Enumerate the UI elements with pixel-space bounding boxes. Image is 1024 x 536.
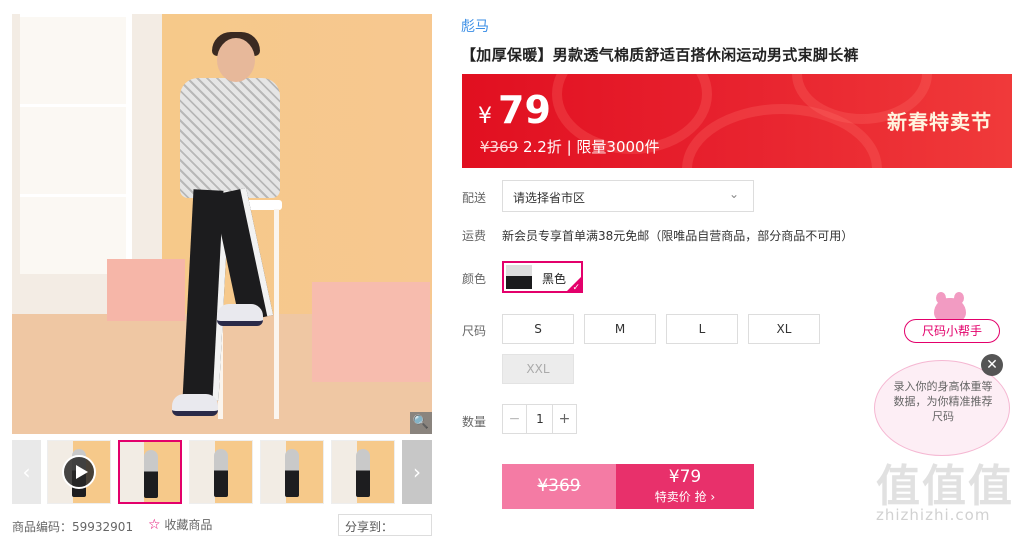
size-option-s[interactable]: S xyxy=(502,314,574,344)
photo-stool-leg xyxy=(274,209,279,419)
shipping-info: 新会员专享首单满38元免邮（限唯品自营商品，部分商品不可用） xyxy=(502,229,854,243)
photo-pink-box xyxy=(312,282,430,382)
color-swatch xyxy=(506,265,532,289)
thumbnail-item[interactable] xyxy=(189,440,253,504)
size-option-l[interactable]: L xyxy=(666,314,738,344)
quantity-label: 数量 xyxy=(462,415,487,429)
color-label: 颜色 xyxy=(462,272,487,286)
thumbnail-figure xyxy=(144,450,158,498)
size-option-xl[interactable]: XL xyxy=(748,314,820,344)
original-price-button[interactable]: ¥369 xyxy=(502,464,616,509)
delivery-label: 配送 xyxy=(462,191,487,205)
chevron-down-icon: ⌄ xyxy=(728,187,739,201)
buy-label: 特卖价 抢 › xyxy=(654,490,716,504)
thumbnail-figure xyxy=(214,449,228,497)
promo-festival-label: 新春特卖节 xyxy=(887,110,992,134)
photo-pink-box xyxy=(107,259,185,321)
thumbnail-strip: ‹ › xyxy=(12,440,432,504)
size-option-m[interactable]: M xyxy=(584,314,656,344)
size-helper-button[interactable]: 尺码小帮手 xyxy=(904,319,1000,343)
sale-price: 79 xyxy=(498,88,551,132)
check-icon: ✓ xyxy=(572,283,580,293)
photo-model-shoe xyxy=(172,394,218,416)
size-helper-text: 录入你的身高体重等数据，为你精准推荐尺码 xyxy=(893,380,993,423)
zoom-icon[interactable]: 🔍 xyxy=(410,412,432,434)
buy-now-button[interactable]: ¥79 特卖价 抢 › xyxy=(616,464,754,509)
quantity-decrease-button[interactable]: − xyxy=(503,405,527,433)
star-icon: ☆ xyxy=(148,517,161,533)
photo-model-sweater xyxy=(180,78,280,198)
product-title: 【加厚保暖】男款透气棉质舒适百搭休闲运动男式束脚长裤 xyxy=(461,46,859,64)
price-currency: ¥ xyxy=(478,104,492,129)
brand-link[interactable]: 彪马 xyxy=(461,16,489,36)
original-price-strike: ¥369 xyxy=(537,476,581,496)
favorite-link[interactable]: ☆ 收藏商品 xyxy=(148,516,212,533)
quantity-increase-button[interactable]: + xyxy=(552,405,576,433)
original-price: ¥369 xyxy=(480,138,519,156)
size-option-xxl: XXL xyxy=(502,354,574,384)
thumbnail-next-button[interactable]: › xyxy=(402,440,432,504)
quantity-stepper: − 1 + xyxy=(502,404,577,434)
shipping-label: 运费 xyxy=(462,229,487,243)
discount-info: 2.2折 | 限量3000件 xyxy=(518,138,660,156)
main-product-image[interactable]: 🔍 xyxy=(12,14,432,434)
thumbnail-item[interactable] xyxy=(260,440,324,504)
favorite-label: 收藏商品 xyxy=(164,518,213,532)
photo-model-shoe xyxy=(217,304,263,326)
photo-model-head xyxy=(217,38,255,82)
play-icon[interactable] xyxy=(62,455,96,489)
region-select[interactable]: 请选择省市区 ⌄ xyxy=(502,180,754,212)
color-option-label: 黑色 xyxy=(542,272,567,286)
thumbnail-video[interactable] xyxy=(47,440,111,504)
thumbnail-item[interactable] xyxy=(118,440,182,504)
color-option-black[interactable]: 黑色 ✓ xyxy=(502,261,583,293)
share-label: 分享到： xyxy=(345,520,394,534)
mascot-icon[interactable] xyxy=(928,292,972,322)
thumbnail-figure xyxy=(356,449,370,497)
buy-sale-price: ¥79 xyxy=(668,467,702,487)
region-select-value: 请选择省市区 xyxy=(513,191,586,205)
size-label: 尺码 xyxy=(462,324,487,338)
thumbnail-prev-button[interactable]: ‹ xyxy=(12,440,41,504)
photo-window xyxy=(20,14,132,274)
price-subline: ¥369 2.2折 | 限量3000件 xyxy=(480,136,660,157)
close-icon[interactable]: ✕ xyxy=(981,354,1003,376)
sku-code: 商品编码：59932901 xyxy=(12,520,134,534)
watermark-logo: 值值值 xyxy=(876,461,1014,512)
price-banner: ¥ 79 ¥369 2.2折 | 限量3000件 新春特卖节 xyxy=(462,74,1012,168)
quantity-value[interactable]: 1 xyxy=(527,405,553,433)
watermark-url: zhizhizhi.com xyxy=(876,506,991,524)
thumbnail-item[interactable] xyxy=(331,440,395,504)
thumbnail-figure xyxy=(285,449,299,497)
